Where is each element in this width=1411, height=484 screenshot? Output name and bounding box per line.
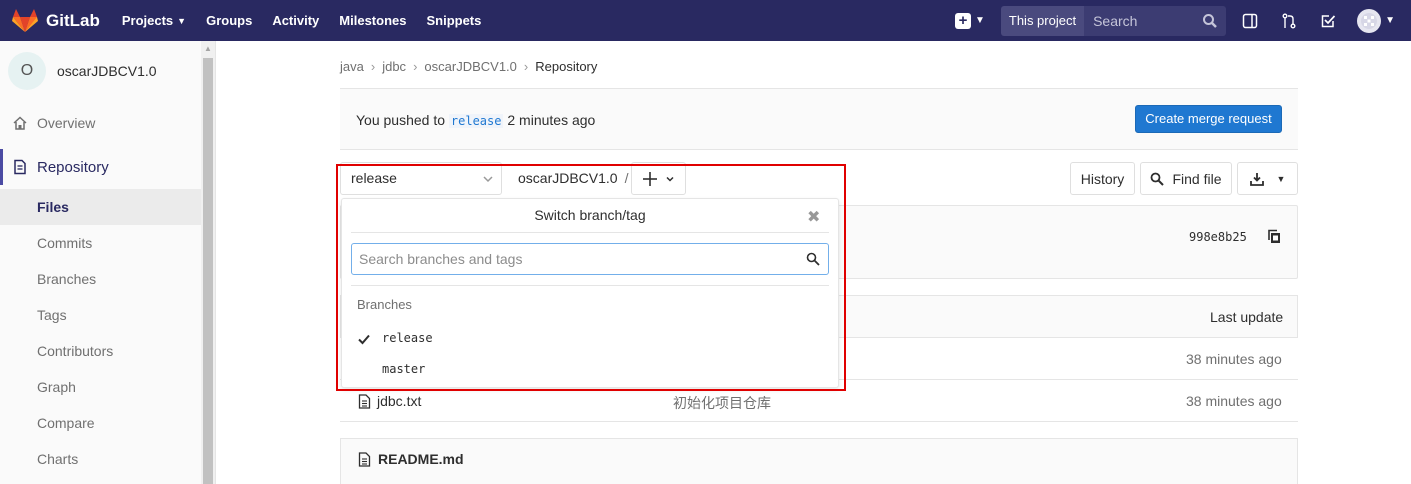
readme-panel bbox=[340, 438, 1298, 484]
sidebar-subitem-tags[interactable]: Tags bbox=[0, 297, 201, 333]
branch-search-placeholder: Search branches and tags bbox=[359, 251, 523, 267]
path-root-link[interactable]: oscarJDBCV1.0 bbox=[518, 170, 618, 186]
project-name: oscarJDBCV1.0 bbox=[57, 63, 157, 79]
dropdown-title: Switch branch/tag bbox=[534, 207, 646, 223]
tree-path: oscarJDBCV1.0 / bbox=[518, 170, 628, 186]
breadcrumb-java[interactable]: java bbox=[340, 59, 364, 74]
push-prefix: You pushed to bbox=[356, 112, 446, 128]
readme-title-text: README.md bbox=[378, 451, 464, 467]
tanuki-icon bbox=[12, 8, 38, 32]
sidebar-subitem-graph[interactable]: Graph bbox=[0, 369, 201, 405]
nav-projects[interactable]: Projects ▼ bbox=[122, 13, 186, 28]
divider bbox=[351, 285, 829, 286]
switch-branch-dropdown bbox=[341, 198, 839, 388]
user-avatar[interactable] bbox=[1357, 8, 1382, 33]
plus-icon bbox=[643, 171, 657, 186]
search-input[interactable]: Search bbox=[1084, 5, 1227, 36]
commit-sha[interactable]: 998e8b25 bbox=[1189, 230, 1247, 244]
gitlab-logo[interactable]: GitLab bbox=[12, 8, 100, 33]
project-header[interactable]: O oscarJDBCV1.0 bbox=[8, 52, 157, 90]
search-icon bbox=[806, 252, 820, 266]
nav-projects-label: Projects bbox=[121, 13, 174, 28]
search-icon bbox=[1203, 13, 1217, 28]
history-button[interactable]: History bbox=[1070, 162, 1135, 195]
search-placeholder: Search bbox=[1093, 12, 1138, 29]
commit-message-link[interactable]: 初始化项目仓库 bbox=[673, 393, 771, 413]
pushed-branch-link[interactable]: release bbox=[448, 114, 504, 128]
find-file-label: Find file bbox=[1172, 170, 1222, 187]
file-link[interactable]: jdbc.txt bbox=[358, 393, 421, 409]
chevron-down-icon[interactable]: ▼ bbox=[1385, 15, 1395, 26]
plus-icon: + bbox=[954, 12, 971, 29]
chevron-down-icon bbox=[666, 176, 674, 182]
sidebar-subitem-branches[interactable]: Branches bbox=[0, 261, 201, 297]
sidebar-item-repository[interactable]: Repository bbox=[0, 149, 201, 185]
breadcrumb: java › jdbc › oscarJDBCV1.0 › Repository bbox=[340, 59, 604, 74]
gitlab-wordmark: GitLab bbox=[46, 10, 100, 30]
branch-select-value: release bbox=[351, 170, 397, 186]
create-merge-request-button[interactable]: Create merge request bbox=[1135, 105, 1282, 133]
file-name: jdbc.txt bbox=[377, 393, 422, 409]
close-icon[interactable]: ✖ bbox=[807, 207, 820, 227]
breadcrumb-project[interactable]: oscarJDBCV1.0 bbox=[424, 59, 516, 74]
merge-request-icon[interactable] bbox=[1279, 11, 1299, 31]
top-navbar: GitLab Projects ▼ Groups Activity Milesto… bbox=[0, 0, 1411, 41]
caret-down-icon: ▼ bbox=[1276, 173, 1286, 184]
file-icon bbox=[358, 393, 371, 409]
todo-check-icon[interactable] bbox=[1318, 11, 1338, 31]
row-time: 38 minutes ago bbox=[1186, 351, 1282, 367]
document-icon bbox=[14, 159, 26, 175]
nav-groups[interactable]: Groups bbox=[206, 13, 252, 28]
breadcrumb-repository[interactable]: Repository bbox=[535, 59, 597, 74]
divider bbox=[351, 232, 829, 233]
file-icon bbox=[358, 451, 371, 467]
find-file-button[interactable]: Find file bbox=[1140, 162, 1232, 195]
sidebar-scroll-thumb[interactable] bbox=[203, 58, 213, 484]
push-suffix: 2 minutes ago bbox=[507, 112, 596, 128]
row-time: 38 minutes ago bbox=[1186, 393, 1282, 409]
branches-section-header: Branches bbox=[357, 297, 412, 312]
search-scope-label[interactable]: This project bbox=[1000, 5, 1085, 36]
chevron-right-icon: › bbox=[413, 59, 418, 74]
branch-item-release[interactable]: release bbox=[382, 331, 433, 345]
chevron-down-icon: ▼ bbox=[974, 15, 985, 26]
sidebar-subitem-compare[interactable]: Compare bbox=[0, 405, 201, 441]
sidebar-item-overview[interactable]: Overview bbox=[0, 113, 201, 133]
project-avatar: O bbox=[8, 52, 46, 90]
path-separator: / bbox=[624, 170, 629, 186]
main-nav: Projects ▼ Groups Activity Milestones Sni… bbox=[122, 13, 502, 28]
sidebar-toggle-icon[interactable] bbox=[1240, 11, 1260, 31]
chevron-down-icon: ▼ bbox=[177, 15, 187, 26]
search-box: This project Search bbox=[1000, 5, 1227, 36]
sidebar-item-label: Repository bbox=[37, 158, 109, 176]
new-dropdown-button[interactable]: + ▼ bbox=[954, 12, 985, 29]
last-update-header: Last update bbox=[1210, 309, 1284, 325]
chevron-right-icon: › bbox=[523, 59, 529, 74]
add-to-tree-button[interactable] bbox=[631, 162, 686, 195]
readme-title: README.md bbox=[358, 451, 464, 467]
sidebar-subitem-contributors[interactable]: Contributors bbox=[0, 333, 201, 369]
push-notice-text: You pushed to release 2 minutes ago bbox=[356, 112, 595, 128]
sidebar-subitem-files[interactable]: Files bbox=[0, 189, 201, 225]
branch-select[interactable]: release bbox=[340, 162, 502, 195]
sidebar-subitem-charts[interactable]: Charts bbox=[0, 441, 201, 477]
top-right-controls: + ▼ This project Search ▼ bbox=[954, 0, 1411, 41]
branch-item-master[interactable]: master bbox=[382, 362, 425, 376]
branch-search-input[interactable]: Search branches and tags bbox=[351, 243, 829, 275]
download-icon bbox=[1249, 172, 1264, 186]
sidebar-subitem-commits[interactable]: Commits bbox=[0, 225, 201, 261]
nav-activity[interactable]: Activity bbox=[272, 13, 319, 28]
nav-milestones[interactable]: Milestones bbox=[339, 13, 406, 28]
copy-icon[interactable] bbox=[1267, 229, 1281, 244]
home-icon bbox=[13, 116, 27, 130]
search-icon bbox=[1151, 172, 1165, 186]
breadcrumb-jdbc[interactable]: jdbc bbox=[382, 59, 406, 74]
download-button[interactable]: ▼ bbox=[1237, 162, 1298, 195]
sidebar-item-label: Overview bbox=[37, 115, 96, 131]
scroll-up-arrow-icon[interactable]: ▲ bbox=[204, 44, 212, 53]
chevron-down-icon bbox=[483, 176, 493, 183]
nav-snippets[interactable]: Snippets bbox=[426, 13, 481, 28]
chevron-right-icon: › bbox=[370, 59, 376, 74]
check-icon bbox=[358, 334, 370, 345]
